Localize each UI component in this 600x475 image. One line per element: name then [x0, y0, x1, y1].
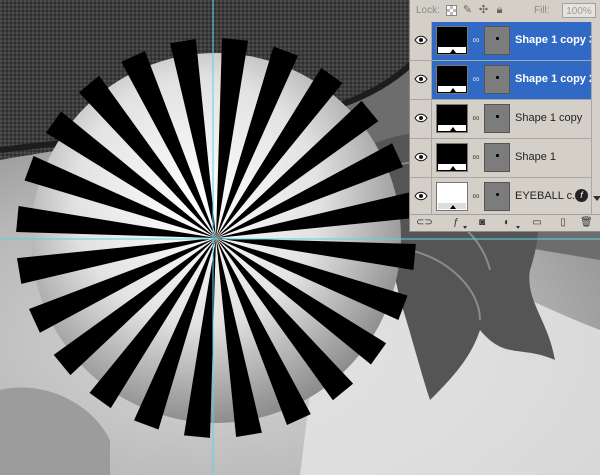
adjustment-layer-icon[interactable]: ◐	[500, 217, 514, 229]
lock-label: Lock:	[416, 5, 440, 16]
eye-icon	[414, 74, 428, 84]
chevron-down-icon	[463, 226, 467, 229]
new-group-folder-icon[interactable]: ▭	[531, 217, 543, 229]
link-layers-icon[interactable]: ⊂⊃	[416, 217, 433, 229]
layer-name[interactable]: EYEBALL c...	[515, 190, 581, 202]
eye-icon	[414, 113, 428, 123]
layer-thumbnail	[436, 182, 468, 211]
visibility-toggle[interactable]	[410, 100, 432, 138]
layer-row[interactable]: ∞ Shape 1 copy	[410, 100, 591, 139]
layer-thumbnail	[436, 65, 468, 94]
lock-image-pixels-icon[interactable]: ✎	[462, 5, 473, 16]
chain-link-icon[interactable]: ∞	[472, 191, 480, 203]
layer-name[interactable]: Shape 1 copy 3	[515, 34, 595, 46]
chain-link-icon[interactable]: ∞	[472, 35, 480, 47]
layers-panel-footer: ⊂⊃ ƒ ◙ ◐ ▭ ▯ 🗑︎	[410, 214, 600, 231]
layer-thumbnail	[436, 143, 468, 172]
vector-mask-thumbnail	[484, 143, 510, 172]
lock-all-icon[interactable]: 🔒︎	[494, 5, 505, 16]
vector-mask-thumbnail	[484, 26, 510, 55]
eye-icon	[414, 152, 428, 162]
vector-mask-thumbnail	[484, 104, 510, 133]
fill-label: Fill:	[534, 5, 550, 16]
lock-bar: Lock: ✎ ✣ 🔒︎ Fill: 100%	[410, 0, 600, 23]
lock-transparent-pixels-icon[interactable]	[446, 5, 457, 16]
eye-icon	[414, 191, 428, 201]
layer-name[interactable]: Shape 1 copy 2	[515, 73, 595, 85]
vector-mask-thumbnail	[484, 65, 510, 94]
eye-icon	[414, 35, 428, 45]
fill-input[interactable]: 100%	[562, 3, 596, 18]
visibility-toggle[interactable]	[410, 178, 432, 216]
lock-position-icon[interactable]: ✣	[478, 5, 489, 16]
add-mask-icon[interactable]: ◙	[476, 217, 488, 229]
layer-name[interactable]: Shape 1 copy	[515, 112, 582, 124]
visibility-toggle[interactable]	[410, 139, 432, 177]
layer-row[interactable]: ∞ EYEBALL c... f	[410, 178, 591, 217]
new-layer-icon[interactable]: ▯	[557, 217, 569, 229]
vector-mask-thumbnail	[484, 182, 510, 211]
chain-link-icon[interactable]: ∞	[472, 152, 480, 164]
layer-thumbnail	[436, 26, 468, 55]
chain-link-icon[interactable]: ∞	[472, 74, 480, 86]
scroll-down-arrow-icon[interactable]	[593, 196, 600, 201]
layers-scrollbar[interactable]	[591, 22, 600, 214]
layer-row[interactable]: ∞ Shape 1	[410, 139, 591, 178]
chevron-down-icon	[516, 226, 520, 229]
layer-name[interactable]: Shape 1	[515, 151, 556, 163]
layer-row[interactable]: ∞ Shape 1 copy 2	[410, 61, 595, 100]
layer-list: ∞ Shape 1 copy 3 ∞ Shape 1 copy 2 ∞ Shap…	[410, 22, 595, 217]
chain-link-icon[interactable]: ∞	[472, 113, 480, 125]
trash-icon[interactable]: 🗑︎	[580, 217, 593, 229]
visibility-toggle[interactable]	[410, 22, 432, 60]
visibility-toggle[interactable]	[410, 61, 432, 99]
layer-row[interactable]: ∞ Shape 1 copy 3	[410, 22, 595, 61]
layer-effects-icon[interactable]: f	[575, 189, 588, 202]
layers-panel: Lock: ✎ ✣ 🔒︎ Fill: 100% ∞ Shape 1 copy 3…	[409, 0, 600, 232]
fx-menu-icon[interactable]: ƒ	[450, 217, 462, 229]
layer-thumbnail	[436, 104, 468, 133]
